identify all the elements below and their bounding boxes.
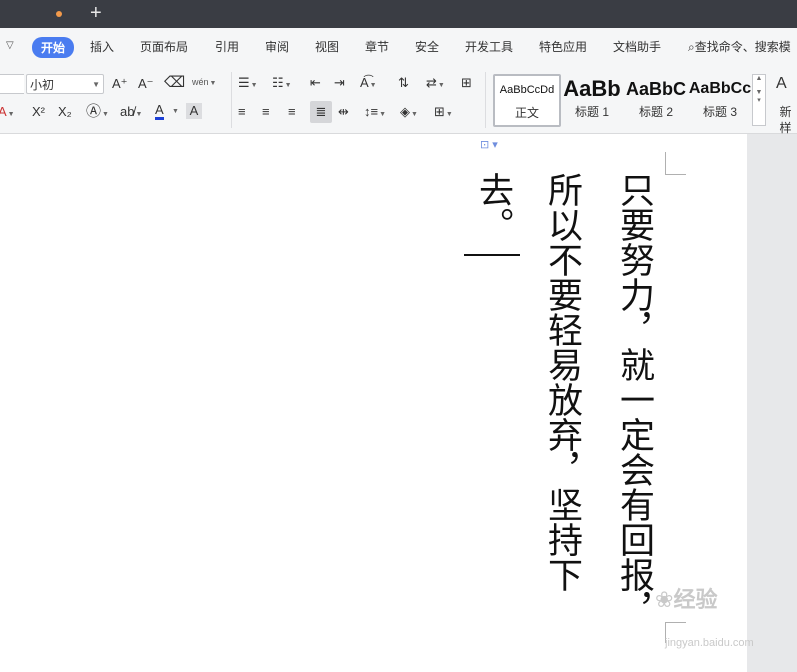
paw-icon: ❀	[655, 587, 674, 612]
tab-security[interactable]: 安全	[415, 38, 439, 55]
superscript-button[interactable]: X²	[32, 104, 45, 120]
watermark-logo: ❀经验	[655, 587, 718, 612]
new-style-icon[interactable]: A	[776, 76, 787, 92]
text-direction-icon[interactable]: A͡▼	[360, 75, 377, 94]
char-shading-button[interactable]: A	[186, 103, 202, 119]
align-right-icon[interactable]: ≡	[288, 104, 296, 120]
distribute-icon[interactable]: ⇹	[338, 104, 349, 120]
tab-features[interactable]: 特色应用	[539, 38, 587, 55]
border-icon[interactable]: ⊞▼	[434, 104, 453, 123]
shrink-font-button[interactable]: A⁻	[138, 76, 154, 92]
font-size-select[interactable]: 小初 ▼	[26, 74, 104, 94]
line-spacing-icon[interactable]: ↕≡▼	[364, 104, 386, 123]
divider	[231, 72, 232, 128]
align-left-icon[interactable]: ≡	[238, 104, 246, 120]
text-effect-button[interactable]: Ⓐ▼	[86, 104, 109, 123]
menu-bar: ▽ 开始 插入 页面布局 引用 审阅 视图 章节 安全 开发工具 特色应用 文档…	[0, 28, 797, 66]
tab-references[interactable]: 引用	[215, 38, 239, 55]
highlight-button[interactable]: ab̸▼	[120, 104, 142, 123]
tab-home[interactable]: 开始	[32, 37, 75, 58]
new-style-label[interactable]: 新样	[774, 104, 797, 136]
numbered-list-icon[interactable]: ☷▼	[272, 75, 292, 94]
pinyin-button[interactable]: wén▼	[192, 74, 216, 92]
style-heading-3[interactable]: AaBbCc 标题 3	[688, 75, 752, 123]
tab-chapter[interactable]: 章节	[365, 38, 389, 55]
style-normal[interactable]: AaBbCcDd 正文	[493, 74, 561, 127]
decrease-indent-icon[interactable]: ⇤	[310, 75, 321, 91]
paragraph-layout-icon[interactable]: ⊡ ▾	[480, 138, 498, 151]
style-gallery-scroll[interactable]: ▲ ▼ ▾	[752, 74, 766, 126]
unsaved-dot-icon	[56, 11, 62, 17]
chevron-down-icon: ▼	[92, 80, 100, 89]
table-grid-icon[interactable]: ⊞	[461, 75, 472, 91]
grow-font-button[interactable]: A⁺	[112, 76, 128, 92]
sort-icon[interactable]: ⇅	[398, 75, 409, 91]
increase-indent-icon[interactable]: ⇥	[334, 75, 345, 91]
font-color-button[interactable]: A	[155, 103, 164, 120]
text-column-3[interactable]: 去。	[472, 172, 513, 242]
justify-icon[interactable]: ≣	[310, 101, 332, 123]
divider	[485, 72, 486, 128]
search-command-box[interactable]: ⌕查找命令、搜索模	[688, 38, 791, 55]
align-center-icon[interactable]: ≡	[262, 104, 270, 120]
title-bar: +	[0, 0, 797, 28]
text-column-2[interactable]: 所以不要轻易放弃，坚持下	[541, 172, 582, 592]
font-name-select[interactable]	[0, 74, 24, 94]
search-icon: ⌕	[688, 40, 695, 54]
strikethrough-button[interactable]: A▼	[0, 104, 15, 123]
line-break-icon[interactable]: ⇄▼	[426, 75, 445, 94]
ribbon-toolbar: 小初 ▼ A⁺ A⁻ ⌫ wén▼ A▼ X² X₂ Ⓐ▼ ab̸▼ A ▼ A …	[0, 66, 797, 136]
chevron-down-icon[interactable]: ▽	[6, 40, 14, 51]
highlighter-icon: ab̸	[120, 104, 135, 119]
tab-view[interactable]: 视图	[315, 38, 339, 55]
tab-page-layout[interactable]: 页面布局	[140, 38, 188, 55]
chevron-down-icon[interactable]: ▼	[172, 108, 179, 115]
style-heading-2[interactable]: AaBbC 标题 2	[624, 75, 688, 123]
text-column-1[interactable]: 只要努力，就一定会有回报，	[613, 172, 654, 627]
style-heading-1[interactable]: AaBb 标题 1	[560, 75, 624, 123]
eraser-icon[interactable]: ⌫	[164, 75, 185, 91]
shading-fill-icon[interactable]: ◈▼	[400, 104, 418, 123]
text-cursor	[464, 254, 520, 256]
watermark-url: jingyan.baidu.com	[665, 637, 754, 649]
tab-developer[interactable]: 开发工具	[465, 38, 513, 55]
tab-doc-assistant[interactable]: 文档助手	[613, 38, 661, 55]
tab-review[interactable]: 审阅	[265, 38, 289, 55]
subscript-button[interactable]: X₂	[58, 104, 72, 120]
margin-corner-mark	[665, 152, 686, 175]
bullet-list-icon[interactable]: ☰▼	[238, 75, 258, 94]
tab-insert[interactable]: 插入	[90, 38, 114, 55]
new-tab-button[interactable]: +	[90, 2, 102, 24]
